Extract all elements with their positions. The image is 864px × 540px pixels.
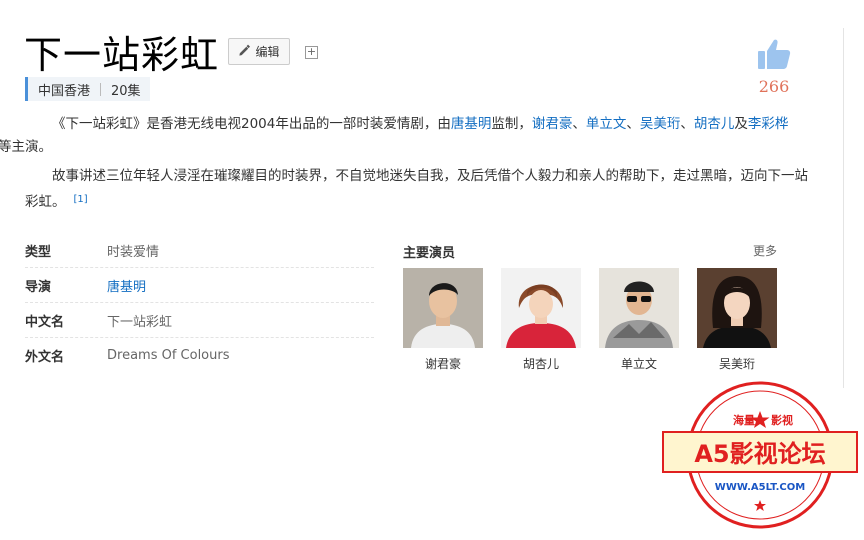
basic-tags: 中国香港 20集	[25, 77, 150, 101]
more-actors-link[interactable]: 更多	[753, 242, 777, 259]
link-cast-1[interactable]: 谢君豪	[532, 116, 573, 132]
watermark-stamp: 海量 影视 A5影视论坛 WWW.A5LT.COM	[662, 381, 858, 529]
info-label: 中文名	[25, 314, 65, 330]
info-row-chinese-name: 中文名 下一站彩虹	[25, 303, 374, 338]
actor-name: 吴美珩	[718, 357, 755, 371]
actor-card[interactable]: 胡杏儿	[501, 268, 581, 372]
add-button[interactable]: +	[305, 46, 318, 59]
info-row-director: 导演 唐基明	[25, 268, 374, 303]
svg-text:A5影视论坛: A5影视论坛	[694, 440, 825, 468]
svg-text:WWW.A5LT.COM: WWW.A5LT.COM	[715, 482, 805, 493]
actor-name: 谢君豪	[424, 357, 461, 371]
svg-text:海量: 海量	[733, 413, 755, 427]
info-label: 类型	[25, 244, 52, 260]
actors-heading: 主要演员	[403, 246, 456, 261]
info-row-genre: 类型 时装爱情	[25, 233, 374, 268]
edit-button[interactable]: 编辑	[228, 38, 290, 65]
thumbs-up-icon	[757, 39, 791, 74]
tag-region: 中国香港	[38, 83, 91, 99]
page-title: 下一站彩虹	[24, 33, 220, 77]
link-cast-3[interactable]: 吴美珩	[640, 116, 681, 132]
actor-name: 胡杏儿	[522, 357, 559, 371]
actor-card[interactable]: 单立文	[599, 268, 679, 372]
plot-paragraph: 故事讲述三位年轻人浸淫在璀璨耀目的时装界，不自觉地迷失自我，及后凭借个人毅力和亲…	[25, 168, 808, 210]
info-label: 导演	[25, 279, 52, 295]
actor-photo	[697, 268, 777, 348]
pencil-icon	[238, 44, 251, 60]
svg-text:影视: 影视	[771, 413, 793, 427]
actor-card[interactable]: 吴美珩	[697, 268, 777, 372]
info-row-foreign-name: 外文名 Dreams Of Colours	[25, 338, 374, 373]
actor-name: 单立文	[620, 357, 657, 371]
actor-photo	[599, 268, 679, 348]
link-cast-2[interactable]: 单立文	[586, 116, 627, 132]
side-divider	[843, 28, 844, 388]
tag-episodes: 20集	[111, 83, 141, 99]
tag-divider	[100, 82, 102, 96]
info-label: 外文名	[25, 350, 65, 365]
actor-card[interactable]: 谢君豪	[403, 268, 483, 372]
link-cast-4[interactable]: 胡杏儿	[694, 116, 735, 132]
link-cast-5[interactable]: 李彩桦	[748, 116, 789, 132]
summary-paragraph: 《下一站彩虹》是香港无线电视2004年出品的一部时装爱情剧，由唐基明监制，谢君豪…	[0, 116, 789, 155]
director-link[interactable]: 唐基明	[107, 276, 146, 295]
actor-photo	[403, 268, 483, 348]
reference-link[interactable]: [1]	[74, 194, 88, 205]
edit-button-label: 编辑	[255, 45, 280, 59]
actor-photo	[501, 268, 581, 348]
info-value: Dreams Of Colours	[107, 348, 230, 363]
basic-info-table: 类型 时装爱情 导演 唐基明 中文名 下一站彩虹 外文名 Dreams Of C…	[25, 233, 374, 373]
like-count: 266	[758, 77, 790, 96]
like-button[interactable]	[754, 38, 794, 74]
info-value: 时装爱情	[107, 244, 160, 260]
info-value: 下一站彩虹	[107, 314, 173, 330]
link-director[interactable]: 唐基明	[451, 116, 492, 132]
